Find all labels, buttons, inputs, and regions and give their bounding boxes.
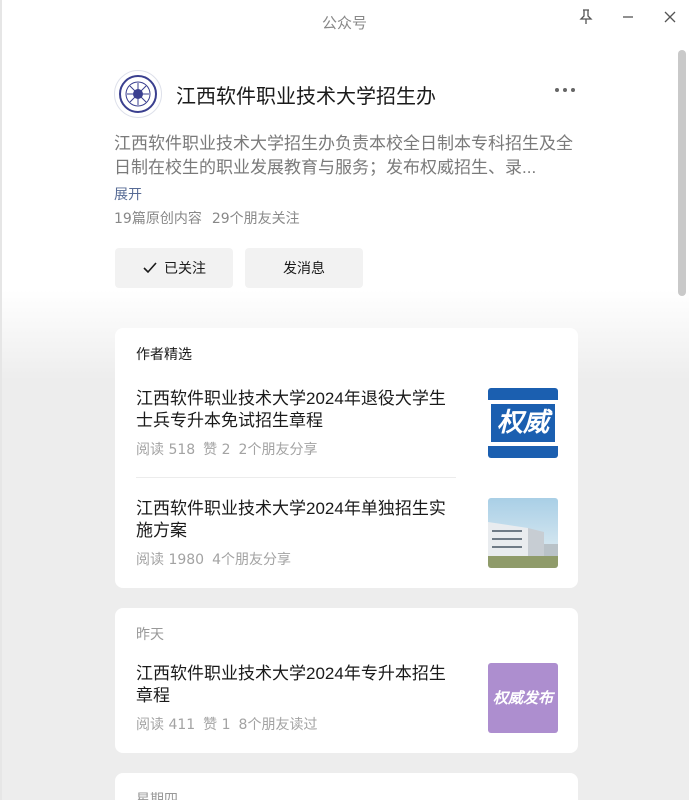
thursday-articles-card: 星期四 (115, 773, 578, 800)
like-count: 赞 2 (203, 442, 231, 458)
thumbnail-text: 权威 (491, 404, 555, 442)
article-item[interactable]: 江西软件职业技术大学2024年专升本招生章程 阅读 411 赞 1 8个朋友读过 权… (136, 663, 558, 735)
article-item[interactable]: 江西软件职业技术大学2024年单独招生实施方案 阅读 1980 4个朋友分享 (136, 498, 558, 570)
send-message-button[interactable]: 发消息 (245, 248, 363, 288)
read-count: 阅读 1980 (136, 552, 205, 568)
send-message-label: 发消息 (283, 261, 325, 277)
article-item[interactable]: 江西软件职业技术大学2024年退役大学生士兵专升本免试招生章程 阅读 518 赞 … (136, 388, 558, 460)
friends-following: 29个朋友关注 (211, 211, 300, 227)
more-options-icon[interactable] (550, 78, 580, 102)
featured-articles-card: 作者精选 江西软件职业技术大学2024年退役大学生士兵专升本免试招生章程 阅读 … (115, 328, 578, 588)
friends-shared: 4个朋友分享 (212, 552, 292, 568)
divider (136, 477, 456, 478)
section-label: 星期四 (136, 792, 178, 800)
followed-label: 已关注 (164, 261, 206, 277)
article-thumbnail: 权威发布 (488, 663, 558, 733)
read-count: 阅读 411 (136, 717, 196, 733)
friends-shared: 2个朋友分享 (238, 442, 318, 458)
followed-button[interactable]: 已关注 (115, 248, 233, 288)
window-left-edge (0, 0, 2, 800)
article-title: 江西软件职业技术大学2024年单独招生实施方案 (136, 499, 446, 540)
close-icon[interactable] (656, 6, 684, 28)
article-meta: 阅读 518 赞 2 2个朋友分享 (136, 439, 317, 459)
scrollbar-thumb[interactable] (678, 50, 686, 296)
section-label: 昨天 (136, 627, 164, 643)
expand-link[interactable]: 展开 (114, 184, 142, 204)
thumbnail-text: 权威发布 (492, 689, 553, 707)
university-seal-icon (119, 75, 157, 113)
article-thumbnail: 权威 (488, 388, 558, 458)
minimize-icon[interactable] (614, 6, 642, 28)
check-icon (143, 262, 157, 274)
friends-read: 8个朋友读过 (238, 717, 318, 733)
section-label: 作者精选 (136, 347, 192, 363)
article-meta: 阅读 1980 4个朋友分享 (136, 549, 291, 569)
like-count: 赞 1 (203, 717, 231, 733)
account-name: 江西软件职业技术大学招生办 (176, 86, 436, 108)
yesterday-articles-card: 昨天 江西软件职业技术大学2024年专升本招生章程 阅读 411 赞 1 8个朋友读… (115, 608, 578, 753)
article-meta: 阅读 411 赞 1 8个朋友读过 (136, 714, 317, 734)
account-avatar[interactable] (114, 70, 162, 118)
original-count: 19篇原创内容 (114, 211, 202, 227)
pin-icon[interactable] (572, 6, 600, 28)
article-title: 江西软件职业技术大学2024年专升本招生章程 (136, 664, 446, 705)
read-count: 阅读 518 (136, 442, 196, 458)
account-description: 江西软件职业技术大学招生办负责本校全日制本专科招生及全日制在校生的职业发展教育与… (114, 134, 573, 177)
title-bar: 公众号 (0, 0, 689, 44)
official-account-window: 公众号 江西软件职业技术大学招生办 江西软件职业技术大学招生办负责本校全日制本专… (0, 0, 689, 800)
article-title: 江西软件职业技术大学2024年退役大学生士兵专升本免试招生章程 (136, 389, 446, 430)
account-stats: 19篇原创内容 29个朋友关注 (114, 208, 300, 228)
building-photo-thumbnail (488, 498, 558, 568)
